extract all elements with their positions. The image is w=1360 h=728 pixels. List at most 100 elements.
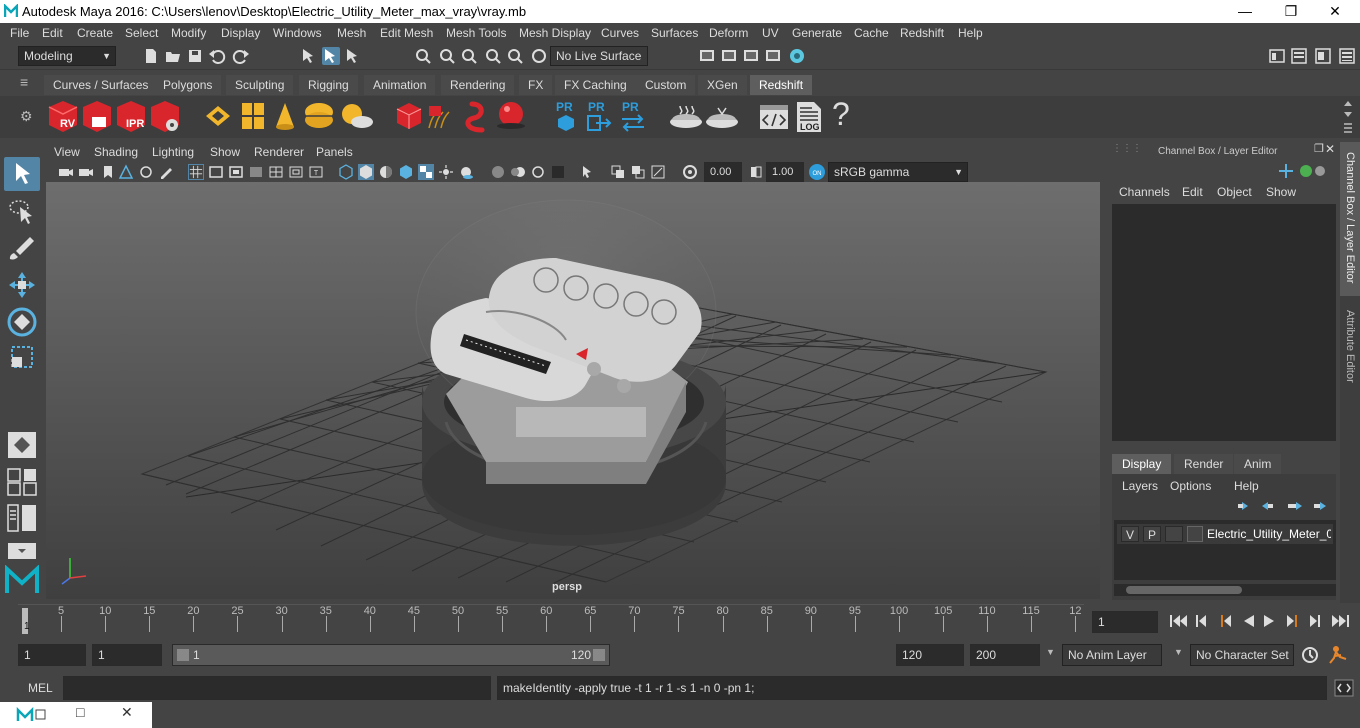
layer-menu-options[interactable]: Options <box>1170 479 1211 493</box>
perspective-viewport[interactable]: persp <box>46 162 1100 599</box>
command-input[interactable] <box>63 676 491 700</box>
render-frame-icon[interactable] <box>720 47 738 65</box>
sun-sky-icon[interactable] <box>338 100 374 132</box>
tab-fx-caching[interactable]: FX Caching <box>555 75 636 95</box>
field-chart-icon[interactable] <box>268 164 284 180</box>
bake-icon[interactable] <box>668 102 704 132</box>
menu-mesh[interactable]: Mesh <box>337 26 366 40</box>
tab-rigging[interactable]: Rigging <box>299 75 358 95</box>
playback-end-field[interactable]: 120 <box>896 644 964 666</box>
side-tab-attribute-editor[interactable]: Attribute Editor <box>1340 302 1360 402</box>
render-view-icon[interactable] <box>698 47 716 65</box>
snap-surface-icon[interactable] <box>506 47 524 65</box>
tab-xgen[interactable]: XGen <box>698 75 747 95</box>
color-management-icon[interactable]: ON <box>808 163 826 181</box>
object-properties-icon[interactable] <box>238 100 268 132</box>
exposure-field[interactable]: 0.00 <box>704 162 742 182</box>
shelf-settings-icon[interactable]: ⚙ <box>20 108 33 125</box>
single-view-layout-icon[interactable] <box>4 429 40 461</box>
depth-of-field-icon[interactable] <box>550 164 566 180</box>
close-button[interactable]: ✕ <box>1312 0 1358 23</box>
script-editor-icon[interactable] <box>1334 679 1354 697</box>
layer-scrollbar-thumb[interactable] <box>1126 586 1242 594</box>
two-d-pan-icon[interactable] <box>138 164 154 180</box>
use-default-material-icon[interactable] <box>378 164 394 180</box>
grease-pencil-icon[interactable] <box>158 164 174 180</box>
snap-grid-icon[interactable] <box>414 47 432 65</box>
anim-layer-selector[interactable]: No Anim Layer <box>1062 644 1162 666</box>
layer-actions-icon[interactable] <box>1236 498 1332 514</box>
menu-generate[interactable]: Generate <box>792 26 842 40</box>
scale-tool-icon[interactable] <box>4 341 40 375</box>
playback-start-field[interactable]: 1 <box>92 644 162 666</box>
minimize-button[interactable]: — <box>1222 0 1268 23</box>
proxy-icon[interactable] <box>202 102 234 132</box>
maya-window-icon[interactable] <box>16 707 46 723</box>
tab-redshift[interactable]: Redshift <box>750 75 813 95</box>
ambient-occlusion-icon[interactable] <box>490 164 506 180</box>
four-view-layout-icon[interactable] <box>6 467 38 497</box>
mode-selector[interactable]: Modeling ▼ <box>18 46 116 66</box>
help-icon[interactable]: ? <box>832 96 850 133</box>
layer-row[interactable]: V P Electric_Utility_Meter_001 <box>1117 524 1333 544</box>
isolate-select-icon[interactable] <box>580 164 596 180</box>
curve-renderable-icon[interactable] <box>462 98 494 134</box>
tab-curves-surfaces[interactable]: Curves / Surfaces <box>44 75 158 95</box>
safe-title-icon[interactable]: T <box>308 164 324 180</box>
layer-menu-layers[interactable]: Layers <box>1122 479 1158 493</box>
lasso-tool-icon[interactable] <box>4 195 40 229</box>
layer-scrollbar[interactable] <box>1114 584 1336 596</box>
menu-select[interactable]: Select <box>125 26 158 40</box>
menu-create[interactable]: Create <box>77 26 113 40</box>
xray-active-icon[interactable] <box>630 164 646 180</box>
vp-menu-show[interactable]: Show <box>210 145 240 159</box>
character-set-selector[interactable]: No Character Set <box>1190 644 1294 666</box>
menu-cache[interactable]: Cache <box>854 26 889 40</box>
anim-layer-chevron-icon[interactable]: ▼ <box>1046 647 1055 657</box>
layer-tab-anim[interactable]: Anim <box>1234 454 1282 474</box>
live-surface-icon[interactable] <box>530 47 548 65</box>
undo-icon[interactable] <box>208 47 226 65</box>
render-settings-icon[interactable] <box>764 47 782 65</box>
ipr-render-icon[interactable] <box>742 47 760 65</box>
range-start-handle[interactable] <box>177 649 189 661</box>
mini-maximize-icon[interactable]: □ <box>76 704 84 720</box>
menu-file[interactable]: File <box>10 26 29 40</box>
layer-name[interactable]: Electric_Utility_Meter_001 <box>1207 527 1331 541</box>
proxy-export-icon[interactable] <box>556 114 576 132</box>
menu-surfaces[interactable]: Surfaces <box>651 26 698 40</box>
gamma-icon[interactable] <box>748 164 764 180</box>
menu-edit-mesh[interactable]: Edit Mesh <box>380 26 433 40</box>
layer-menu-help[interactable]: Help <box>1234 479 1259 493</box>
layer-playback-toggle[interactable]: P <box>1143 526 1161 542</box>
range-slider[interactable]: 1 120 <box>172 644 610 666</box>
float-panel-icon[interactable]: ❐ <box>1314 142 1324 155</box>
vp-menu-lighting[interactable]: Lighting <box>152 145 194 159</box>
mini-close-icon[interactable]: ✕ <box>121 704 133 721</box>
grid-toggle-icon[interactable] <box>188 164 204 180</box>
cb-menu-edit[interactable]: Edit <box>1182 185 1203 199</box>
auto-key-icon[interactable] <box>1300 645 1320 665</box>
cb-menu-show[interactable]: Show <box>1266 185 1296 199</box>
layer-display-type-toggle[interactable] <box>1165 526 1183 542</box>
textured-icon[interactable] <box>418 164 434 180</box>
hypershade-icon[interactable] <box>788 47 806 65</box>
tab-rendering[interactable]: Rendering <box>441 75 515 95</box>
paint-select-tool-icon[interactable] <box>4 231 40 265</box>
film-gate-icon[interactable] <box>208 164 224 180</box>
animation-preferences-icon[interactable] <box>1328 645 1350 665</box>
char-set-chevron-icon[interactable]: ▼ <box>1174 647 1183 657</box>
vp-menu-renderer[interactable]: Renderer <box>254 145 304 159</box>
drag-handle-icon[interactable]: ⋮⋮⋮ <box>1112 143 1142 154</box>
select-component-icon[interactable] <box>344 47 362 65</box>
live-surface-field[interactable]: No Live Surface <box>550 46 648 66</box>
select-hierarchy-icon[interactable] <box>300 47 318 65</box>
wireframe-on-shaded-icon[interactable] <box>398 164 414 180</box>
redo-icon[interactable] <box>232 47 250 65</box>
safe-action-icon[interactable] <box>288 164 304 180</box>
cb-menu-channels[interactable]: Channels <box>1119 185 1170 199</box>
render-settings-icon[interactable] <box>148 99 182 135</box>
tab-animation[interactable]: Animation <box>364 75 436 95</box>
toggle-attribute-editor-icon[interactable] <box>1338 47 1356 65</box>
volume-icon[interactable] <box>394 100 424 132</box>
